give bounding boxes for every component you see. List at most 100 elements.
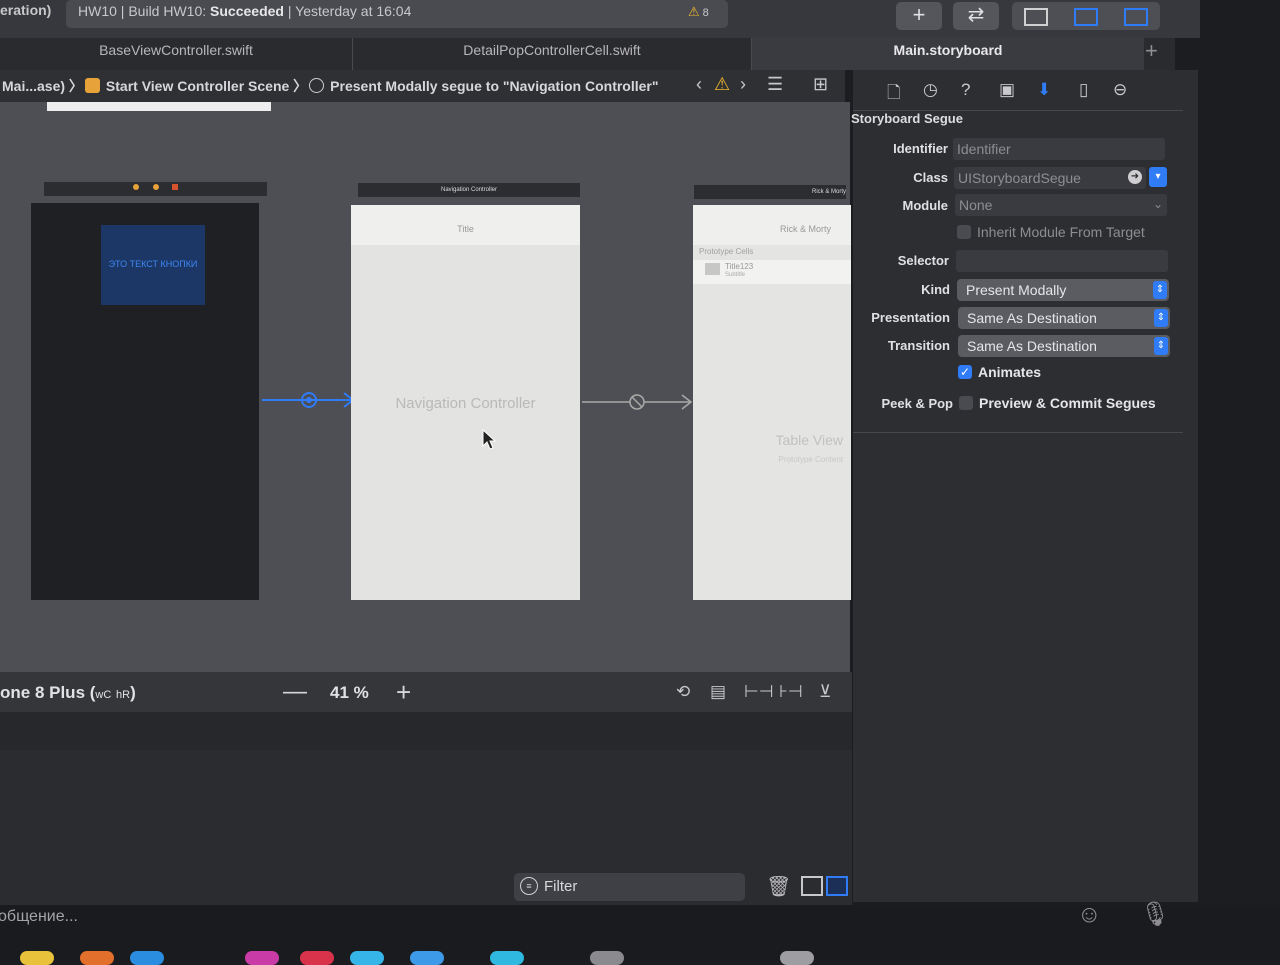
bottom-panel-icon[interactable] bbox=[1074, 8, 1098, 26]
breadcrumb-scene[interactable]: Start View Controller Scene bbox=[106, 78, 289, 94]
update-frames-icon[interactable]: ⟲ bbox=[676, 682, 690, 702]
activity-time: Yesterday at 16:04 bbox=[295, 3, 412, 19]
storyboard-canvas[interactable]: ЭТО ТЕКСТ КНОПКИ Navigation Controller T… bbox=[0, 102, 851, 672]
selector-field[interactable] bbox=[956, 250, 1168, 272]
message-placeholder[interactable]: общение... bbox=[0, 908, 78, 926]
checkmark-icon: ✓ bbox=[959, 365, 971, 379]
plus-icon: + bbox=[912, 2, 926, 27]
device-name: one 8 Plus bbox=[0, 683, 86, 702]
breadcrumb: Mai...ase) 〉 Start View Controller Scene … bbox=[2, 76, 659, 96]
history-icon[interactable]: ◷ bbox=[923, 80, 938, 100]
table-view-controller-scene[interactable]: Rick & Morty Prototype Cells Title123 Su… bbox=[693, 205, 851, 600]
stack-view-icon[interactable]: ▤ bbox=[710, 682, 726, 702]
assistant-editor-icon[interactable]: ⊞ bbox=[813, 74, 828, 95]
updown-arrows-icon: ⇕ bbox=[1154, 309, 1168, 327]
console-pane-icon[interactable] bbox=[826, 876, 848, 896]
dock-app-icon[interactable] bbox=[130, 951, 164, 965]
window-toolbar: eration) HW10 | Build HW10: Succeeded | … bbox=[0, 0, 1200, 38]
module-value: None bbox=[959, 197, 993, 213]
microphone-icon[interactable]: 🎙 bbox=[1140, 900, 1170, 929]
variables-pane-icon[interactable] bbox=[801, 876, 823, 896]
dock-app-icon[interactable] bbox=[490, 951, 524, 965]
warning-count: 8 bbox=[702, 7, 709, 19]
navigation-controller-scene[interactable]: Title Navigation Controller bbox=[351, 205, 580, 600]
library-plus-button[interactable]: + bbox=[896, 2, 942, 30]
size-class-width: wC bbox=[95, 689, 112, 701]
scheme-selector[interactable]: eration) bbox=[0, 2, 51, 18]
dock-app-icon[interactable] bbox=[20, 951, 54, 965]
warning-icon[interactable]: ⚠ bbox=[714, 74, 730, 95]
kind-popup[interactable]: Present Modally ⇕ bbox=[957, 279, 1169, 301]
left-panel-icon[interactable] bbox=[1024, 8, 1048, 26]
trash-icon[interactable]: 🗑 bbox=[766, 874, 791, 899]
device-config-button[interactable]: one 8 Plus (wC hR) bbox=[0, 683, 136, 703]
animates-checkbox[interactable]: ✓ bbox=[958, 365, 972, 379]
tab-main-storyboard[interactable]: Main.storyboard bbox=[752, 38, 1144, 70]
prototype-cells-header: Prototype Cells bbox=[699, 247, 754, 256]
align-icon[interactable]: ⊢⊣ bbox=[744, 682, 774, 702]
class-field[interactable]: UIStoryboardSegue ➜ bbox=[954, 167, 1146, 189]
dock-app-icon[interactable] bbox=[350, 951, 384, 965]
add-constraints-icon[interactable]: ⊦⊣ bbox=[779, 682, 803, 702]
message-bar: общение... ☺ 🎙 bbox=[0, 901, 1280, 965]
segue-arrow[interactable] bbox=[580, 389, 695, 415]
identifier-field[interactable]: Identifier bbox=[953, 138, 1165, 160]
scene-edge bbox=[47, 102, 271, 111]
add-tab-button[interactable]: + bbox=[1145, 38, 1158, 64]
resolve-issues-icon[interactable]: ⊻ bbox=[819, 682, 831, 702]
filter-icon: ≡ bbox=[520, 877, 538, 895]
dock-app-icon[interactable] bbox=[300, 951, 334, 965]
chevron-left-icon[interactable]: ‹ bbox=[696, 74, 702, 95]
file-icon[interactable]: 🗋 bbox=[887, 80, 901, 109]
transition-popup[interactable]: Same As Destination ⇕ bbox=[958, 335, 1170, 357]
module-label: Module bbox=[902, 198, 949, 213]
segue-icon bbox=[309, 78, 325, 93]
warning-badge[interactable]: ⚠ 8 bbox=[688, 4, 709, 20]
size-icon[interactable]: ▯ bbox=[1079, 80, 1088, 100]
start-view-controller-scene[interactable]: ЭТО ТЕКСТ КНОПКИ bbox=[31, 203, 259, 600]
lines-icon[interactable]: ☰ bbox=[767, 74, 783, 95]
dock-app-icon[interactable] bbox=[590, 951, 624, 965]
help-icon[interactable]: ? bbox=[961, 80, 970, 100]
identity-icon[interactable]: ▣ bbox=[999, 80, 1015, 100]
dock-app-icon[interactable] bbox=[780, 951, 814, 965]
selector-label: Selector bbox=[897, 253, 949, 268]
breadcrumb-storyboard[interactable]: Mai...ase) bbox=[2, 78, 65, 94]
warning-icon: ⚠ bbox=[688, 4, 700, 19]
swap-editor-button[interactable]: ⇄ bbox=[953, 2, 999, 30]
right-panel-icon[interactable] bbox=[1124, 8, 1148, 26]
breadcrumb-segue[interactable]: Present Modally segue to "Navigation Con… bbox=[330, 78, 658, 94]
dock-app-icon[interactable] bbox=[245, 951, 279, 965]
dock-app-icon[interactable] bbox=[80, 951, 114, 965]
inspector-section-title: Storyboard Segue bbox=[851, 111, 963, 126]
dock-app-icon[interactable] bbox=[410, 951, 444, 965]
chevron-right-icon: 〉 bbox=[68, 78, 83, 94]
size-class-height: hR bbox=[116, 689, 131, 701]
class-dropdown-button[interactable]: ▾ bbox=[1149, 167, 1167, 187]
animates-label: Animates bbox=[978, 364, 1042, 380]
filter-field[interactable]: ≡ Filter bbox=[514, 873, 745, 901]
arrow-right-circle-icon[interactable]: ➜ bbox=[1128, 170, 1142, 184]
attributes-icon[interactable]: ⬇ bbox=[1037, 80, 1051, 100]
peek-pop-checkbox[interactable] bbox=[959, 396, 973, 410]
inherit-module-checkbox[interactable] bbox=[957, 225, 971, 239]
zoom-in-button[interactable]: + bbox=[396, 677, 411, 708]
scene1-dock[interactable] bbox=[44, 182, 267, 196]
identifier-label: Identifier bbox=[893, 141, 948, 156]
scene2-header[interactable]: Navigation Controller bbox=[358, 183, 580, 197]
tab-detail-pop-controller-cell[interactable]: DetailPopControllerCell.swift bbox=[353, 38, 751, 70]
module-field[interactable]: None ⌄ bbox=[955, 194, 1167, 216]
chevron-right-icon[interactable]: › bbox=[740, 74, 746, 95]
scene-button[interactable]: ЭТО ТЕКСТ КНОПКИ bbox=[101, 225, 205, 305]
prototype-cell[interactable]: Title123 Subtitle bbox=[693, 260, 851, 284]
first-responder-icon bbox=[152, 184, 159, 190]
tab-base-view-controller[interactable]: BaseViewController.swift bbox=[0, 38, 352, 70]
scene3-header[interactable]: Rick & Morty bbox=[694, 185, 846, 199]
presentation-popup[interactable]: Same As Destination ⇕ bbox=[958, 307, 1170, 329]
attributes-inspector: 🗋 ◷ ? ▣ ⬇ ▯ ⊖ Storyboard Segue Identifie… bbox=[851, 70, 1198, 902]
cell-image bbox=[705, 263, 720, 275]
segue-arrow-selected[interactable] bbox=[260, 387, 360, 413]
connections-icon[interactable]: ⊖ bbox=[1113, 80, 1127, 100]
zoom-out-button[interactable]: — bbox=[283, 678, 307, 706]
emoji-icon[interactable]: ☺ bbox=[1077, 901, 1102, 929]
